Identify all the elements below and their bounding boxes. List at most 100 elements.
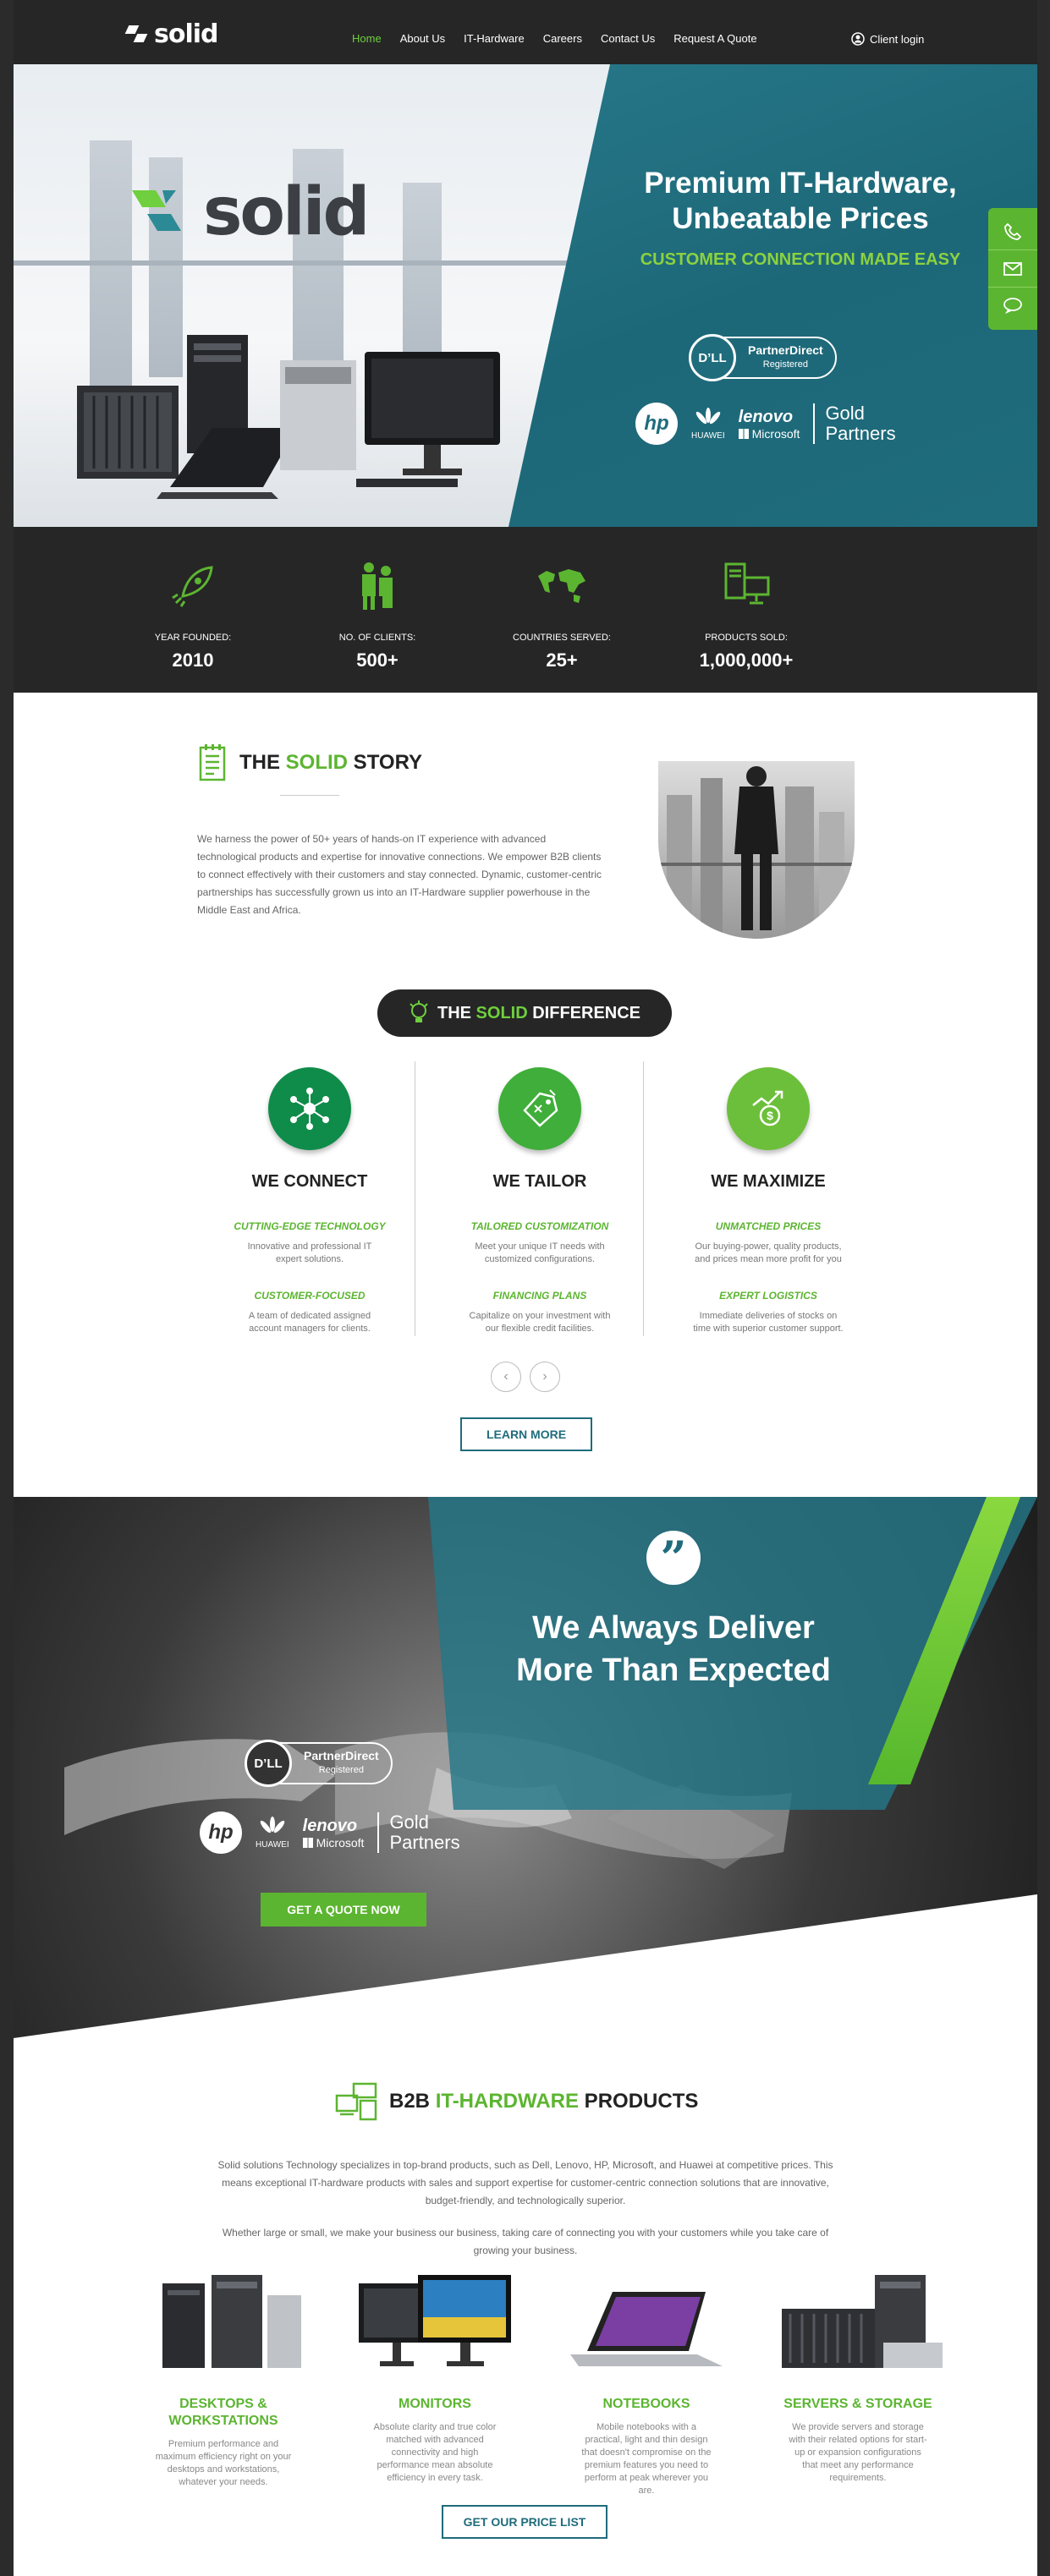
nav-about-us[interactable]: About Us — [400, 32, 445, 45]
divider — [280, 795, 339, 796]
registered-text: Registered — [762, 359, 808, 370]
stat-label: PRODUCTS SOLD: — [705, 633, 788, 643]
computer-icon — [724, 562, 770, 605]
client-login-link[interactable]: Client login — [851, 32, 924, 46]
connect-badge — [268, 1067, 351, 1150]
products-intro: Solid solutions Technology specializes i… — [217, 2159, 833, 2206]
monitor-image — [359, 2275, 511, 2366]
money-growth-icon: $ — [752, 1090, 783, 1126]
site-logo[interactable]: solid — [124, 19, 219, 49]
logo-text: solid — [154, 19, 219, 49]
products-title: B2B IT-HARDWARE PRODUCTS — [389, 2090, 698, 2113]
huawei-flower-icon — [695, 408, 721, 425]
stat-label: COUNTRIES SERVED: — [513, 633, 611, 643]
svg-text:$: $ — [767, 1109, 773, 1122]
huawei-logo: HUAWEI — [256, 1816, 289, 1850]
partner-logos: hp HUAWEI lenovo Microsoft Gold Partners — [200, 1811, 460, 1854]
top-nav: solid Home About Us IT-Hardware Careers … — [14, 0, 1037, 64]
rocket-icon — [172, 566, 213, 607]
nav-request-quote[interactable]: Request A Quote — [673, 32, 756, 45]
stat-label: NO. OF CLIENTS: — [338, 633, 416, 643]
hero-subtitle: CUSTOMER CONNECTION MADE EASY — [640, 250, 961, 269]
deliver-title-line2: More Than Expected — [516, 1652, 831, 1688]
gold-text: Gold — [389, 1811, 429, 1833]
carousel-next-button[interactable]: › — [530, 1362, 560, 1392]
lenovo-logo: lenovo — [302, 1816, 358, 1835]
dell-partner-badge: D’LL PartnerDirect Registered — [689, 334, 837, 381]
email-button[interactable] — [988, 250, 1037, 288]
nav-it-hardware[interactable]: IT-Hardware — [464, 32, 525, 45]
registered-text: Registered — [318, 1765, 364, 1775]
deliver-title: We Always Deliver More Than Expected — [454, 1607, 893, 1691]
hp-logo: hp — [635, 403, 678, 445]
dell-logo: D’LL — [689, 334, 736, 381]
lightbulb-icon — [410, 1000, 428, 1022]
story-title-b: SOLID — [285, 751, 349, 774]
microsoft-icon — [738, 428, 749, 439]
products-title-a: B2B — [389, 2090, 436, 2113]
phone-button[interactable] — [988, 213, 1037, 250]
difference-heading: THE SOLID DIFFERENCE — [377, 989, 672, 1037]
desktop-tower-image — [162, 2275, 301, 2368]
product-notebooks[interactable]: NOTEBOOKS Mobile notebooks with a practi… — [553, 2266, 739, 2497]
products-intro-2: Whether large or small, we make your bus… — [222, 2227, 829, 2256]
stat-countries: COUNTRIES SERVED: 25+ — [477, 559, 646, 671]
product-monitors[interactable]: MONITORS Absolute clarity and true color… — [342, 2266, 528, 2485]
hero-title: Premium IT-Hardware, Unbeatable Prices — [623, 166, 978, 237]
nav-contact-us[interactable]: Contact Us — [601, 32, 655, 45]
main-menu: Home About Us IT-Hardware Careers Contac… — [352, 32, 757, 45]
nav-home[interactable]: Home — [352, 32, 382, 45]
lenovo-ms-group: lenovo Microsoft — [302, 1816, 364, 1850]
businessman-image — [658, 761, 855, 939]
stat-products-sold: PRODUCTS SOLD: 1,000,000+ — [662, 559, 831, 671]
dell-partner-badge: D’LL PartnerDirect Registered — [245, 1740, 393, 1787]
price-list-button[interactable]: GET OUR PRICE LIST — [442, 2505, 607, 2539]
microsoft-logo: Microsoft — [302, 1836, 364, 1850]
logo-mark-icon — [132, 187, 191, 238]
deliver-banner: ” We Always Deliver More Than Expected D… — [14, 1497, 1037, 2038]
product-desc: Absolute clarity and true color matched … — [373, 2422, 497, 2483]
nav-careers[interactable]: Careers — [543, 32, 582, 45]
server-image — [782, 2275, 943, 2368]
difference-column-maximize: $ WE MAXIMIZE UNMATCHED PRICES Our buyin… — [667, 1067, 870, 1335]
stat-label: YEAR FOUNDED: — [154, 633, 232, 643]
feature-desc: Innovative and professional IT expert so… — [247, 1241, 372, 1264]
notepad-icon — [199, 744, 226, 781]
partner-direct-label: PartnerDirect Registered — [292, 1749, 391, 1778]
get-quote-button[interactable]: GET A QUOTE NOW — [261, 1893, 426, 1927]
chat-button[interactable] — [988, 288, 1037, 325]
envelope-icon — [1003, 261, 1022, 276]
story-title-c: STORY — [348, 751, 423, 774]
partner-logos: hp HUAWEI lenovo Microsoft Gold Partners — [635, 403, 896, 445]
partner-direct-text: PartnerDirect — [304, 1749, 379, 1762]
difference-title: THE SOLID DIFFERENCE — [437, 1004, 640, 1023]
tailor-badge — [498, 1067, 581, 1150]
column-divider — [643, 1061, 644, 1336]
carousel-prev-button[interactable]: ‹ — [491, 1362, 521, 1392]
gold-partners-label: Gold Partners — [377, 1811, 460, 1853]
product-desc: Premium performance and maximum efficien… — [155, 2439, 292, 2487]
product-servers[interactable]: SERVERS & STORAGE We provide servers and… — [765, 2266, 951, 2485]
hero-banner: solid Premium IT-Hardware, Unbeatable Pr… — [14, 64, 1037, 527]
feature-title: CUTTING-EDGE TECHNOLOGY — [234, 1220, 386, 1232]
stat-value: 25+ — [546, 649, 578, 671]
hero-title-line1: Premium IT-Hardware, — [644, 167, 957, 200]
page: solid Home About Us IT-Hardware Careers … — [14, 0, 1037, 2576]
chevron-right-icon: › — [542, 1369, 547, 1384]
product-name: MONITORS — [399, 2397, 471, 2411]
difference-column-connect: WE CONNECT CUTTING-EDGE TECHNOLOGY Innov… — [208, 1067, 411, 1335]
gold-partners-label: Gold Partners — [813, 403, 896, 444]
difference-title-a: THE — [437, 1003, 476, 1022]
product-desktops[interactable]: DESKTOPS & WORKSTATIONS Premium performa… — [130, 2266, 316, 2489]
gold-text: Gold — [825, 403, 865, 424]
chevron-left-icon: ‹ — [503, 1369, 509, 1384]
quote-icon: ” — [646, 1531, 701, 1585]
story-title-a: THE — [239, 751, 286, 774]
contact-sidebar — [988, 208, 1037, 330]
column-heading: WE CONNECT — [251, 1172, 368, 1191]
learn-more-button[interactable]: LEARN MORE — [460, 1417, 592, 1451]
products-heading: B2B IT-HARDWARE PRODUCTS — [335, 2082, 698, 2121]
dell-logo: D’LL — [245, 1740, 292, 1787]
partners-text: Partners — [389, 1832, 460, 1853]
feature-desc: Immediate deliveries of stocks on time w… — [693, 1311, 844, 1334]
